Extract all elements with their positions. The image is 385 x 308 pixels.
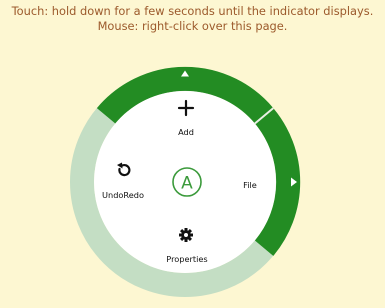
center-button[interactable]: A [172, 167, 202, 197]
menu-item-properties-label: Properties [166, 254, 207, 264]
menu-item-file-label: File [243, 180, 257, 190]
menu-item-file[interactable]: File [243, 180, 257, 190]
radial-menu: Add UndoRedo File Properties A [70, 66, 301, 297]
menu-item-add-label: Add [178, 127, 194, 137]
menu-item-undoredo-label: UndoRedo [102, 190, 144, 200]
gear-icon [179, 228, 193, 242]
center-button-letter: A [181, 174, 193, 194]
